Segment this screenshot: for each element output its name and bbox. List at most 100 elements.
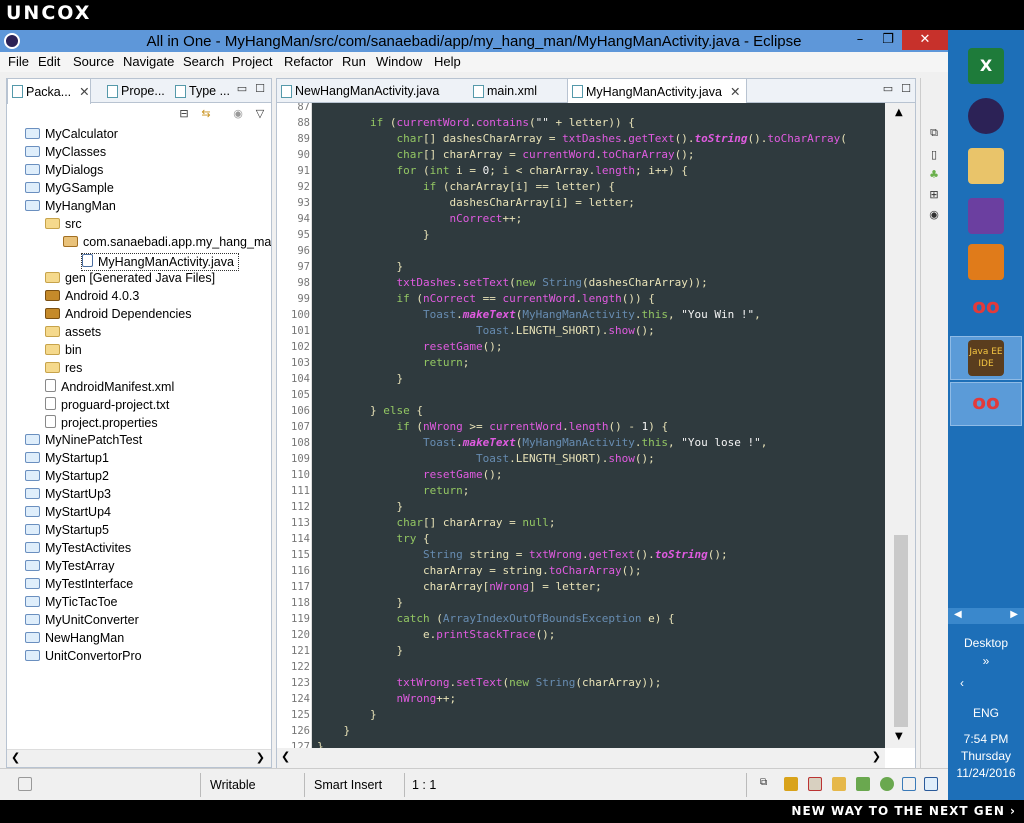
- tree-item[interactable]: MyStartup5: [25, 523, 109, 541]
- scroll-left-icon[interactable]: ◀: [954, 609, 962, 620]
- tree-item[interactable]: Android 4.0.3: [45, 289, 139, 307]
- hierarchy-icon[interactable]: ⊞: [927, 188, 941, 202]
- tree-item[interactable]: res: [45, 361, 82, 379]
- outline-icon[interactable]: [902, 777, 916, 791]
- console-icon[interactable]: [784, 777, 798, 791]
- minimize-view-icon[interactable]: ▭: [881, 82, 895, 96]
- vertical-scrollbar[interactable]: ▲ ▼: [885, 103, 915, 748]
- logcat-icon[interactable]: [856, 777, 870, 791]
- focus-icon[interactable]: ◉: [231, 107, 245, 121]
- tree-item[interactable]: MyNinePatchTest: [25, 433, 142, 451]
- clock-date[interactable]: 11/24/2016: [948, 766, 1024, 780]
- maximize-button[interactable]: ❐: [872, 30, 904, 50]
- taskbar-scroll[interactable]: ◀ ▶: [948, 608, 1024, 624]
- tree-item[interactable]: com.sanaebadi.app.my_hang_man: [63, 235, 271, 253]
- problems-icon[interactable]: [808, 777, 822, 791]
- desktop-label[interactable]: Desktop: [948, 636, 1024, 650]
- tree-item[interactable]: AndroidManifest.xml: [45, 379, 174, 397]
- tree-item[interactable]: MyDialogs: [25, 163, 103, 181]
- tree-item[interactable]: MyGSample: [25, 181, 114, 199]
- tab-newhangmanactivity[interactable]: NewHangManActivity.java: [277, 79, 459, 103]
- tasks-icon[interactable]: [832, 777, 846, 791]
- chevron-down-icon[interactable]: »: [948, 654, 1024, 668]
- tree-item[interactable]: MyStartup1: [25, 451, 109, 469]
- app-oo-icon[interactable]: oo: [968, 294, 1004, 318]
- tree-item[interactable]: MyTicTacToe: [25, 595, 117, 613]
- menu-refactor[interactable]: Refactor: [284, 54, 333, 69]
- media-player-icon[interactable]: [968, 244, 1004, 280]
- scroll-right-icon[interactable]: ❯: [872, 750, 881, 763]
- clock-day[interactable]: Thursday: [948, 749, 1024, 763]
- new-icon[interactable]: [18, 777, 32, 791]
- tree-item[interactable]: UnitConvertorPro: [25, 649, 142, 667]
- menu-window[interactable]: Window: [376, 54, 422, 69]
- tree-item[interactable]: bin: [45, 343, 82, 361]
- restore-icon[interactable]: ⧉: [927, 126, 941, 140]
- tree-item[interactable]: MyHangMan: [25, 199, 116, 217]
- menu-run[interactable]: Run: [342, 54, 366, 69]
- tab-properties[interactable]: Prope...: [103, 79, 169, 103]
- tab-package-explorer[interactable]: Packa... ✕: [7, 79, 91, 104]
- tab-myhangmanactivity[interactable]: MyHangManActivity.java ✕: [567, 79, 747, 104]
- tree-item[interactable]: MyStartUp4: [25, 505, 111, 523]
- close-icon[interactable]: ✕: [730, 85, 740, 99]
- minimize-view-icon[interactable]: ▭: [235, 82, 249, 96]
- tree-item[interactable]: assets: [45, 325, 101, 343]
- clock-time[interactable]: 7:54 PM: [948, 732, 1024, 746]
- menu-help[interactable]: Help: [434, 54, 461, 69]
- file-explorer-icon[interactable]: [968, 148, 1004, 184]
- javaee-ide-icon[interactable]: Java EE IDE: [968, 340, 1004, 376]
- tree-item[interactable]: gen [Generated Java Files]: [45, 271, 215, 289]
- debug-icon[interactable]: [880, 777, 894, 791]
- tree-item[interactable]: MyTestArray: [25, 559, 114, 577]
- tree-item[interactable]: MyUnitConverter: [25, 613, 139, 631]
- code-area[interactable]: 87 88 89 90 91 92 93 94 95 96 97 98 99 1…: [277, 103, 915, 748]
- android-icon[interactable]: ♣: [927, 168, 941, 182]
- tree-item[interactable]: project.properties: [45, 415, 158, 433]
- view-menu-icon[interactable]: ▽: [253, 107, 267, 121]
- scroll-right-icon[interactable]: ❯: [256, 751, 265, 764]
- menu-navigate[interactable]: Navigate: [123, 54, 174, 69]
- tree-item[interactable]: MyCalculator: [25, 127, 118, 145]
- tree-item-selected[interactable]: MyHangManActivity.java: [81, 253, 239, 271]
- scroll-left-icon[interactable]: ❮: [281, 750, 290, 763]
- menu-project[interactable]: Project: [232, 54, 272, 69]
- collapse-all-icon[interactable]: ⊟: [177, 107, 191, 121]
- excel-icon[interactable]: X: [968, 48, 1004, 84]
- tree-item[interactable]: MyClasses: [25, 145, 106, 163]
- eclipse-icon[interactable]: [968, 98, 1004, 134]
- chevron-left-icon[interactable]: ‹: [948, 676, 1024, 690]
- close-icon[interactable]: ✕: [79, 85, 89, 99]
- tree-item[interactable]: Android Dependencies: [45, 307, 191, 325]
- horizontal-scrollbar[interactable]: ❮ ❯: [7, 749, 271, 767]
- scroll-thumb[interactable]: [894, 535, 908, 727]
- tree-item[interactable]: MyStartup2: [25, 469, 109, 487]
- tab-main-xml[interactable]: main.xml: [469, 79, 561, 103]
- tree-item[interactable]: src: [45, 217, 82, 235]
- scroll-up-icon[interactable]: ▲: [895, 107, 903, 118]
- scroll-right-icon[interactable]: ▶: [1010, 609, 1018, 620]
- language-indicator[interactable]: ENG: [948, 706, 1024, 720]
- menu-file[interactable]: File: [8, 54, 29, 69]
- maximize-view-icon[interactable]: ☐: [253, 82, 267, 96]
- tree-item[interactable]: MyStartUp3: [25, 487, 111, 505]
- scroll-left-icon[interactable]: ❮: [11, 751, 20, 764]
- scroll-down-icon[interactable]: ▼: [895, 731, 903, 742]
- tree-item[interactable]: proguard-project.txt: [45, 397, 169, 415]
- menu-search[interactable]: Search: [183, 54, 224, 69]
- tab-type-hierarchy[interactable]: Type ...: [171, 79, 233, 103]
- tree-item[interactable]: MyTestActivites: [25, 541, 131, 559]
- screen-icon[interactable]: [924, 777, 938, 791]
- maximize-view-icon[interactable]: ☐: [899, 82, 913, 96]
- tree-item[interactable]: NewHangMan: [25, 631, 124, 649]
- link-editor-icon[interactable]: ⇆: [199, 107, 213, 121]
- menu-source[interactable]: Source: [73, 54, 114, 69]
- monitor-icon[interactable]: ◉: [927, 208, 941, 222]
- device-icon[interactable]: ▯: [927, 148, 941, 162]
- close-button[interactable]: ✕: [902, 30, 948, 50]
- restore-icon[interactable]: ⧉: [760, 777, 774, 791]
- app-oo-icon[interactable]: oo: [968, 390, 1004, 414]
- visual-studio-icon[interactable]: [968, 198, 1004, 234]
- tree-item[interactable]: MyTestInterface: [25, 577, 133, 595]
- menu-edit[interactable]: Edit: [38, 54, 60, 69]
